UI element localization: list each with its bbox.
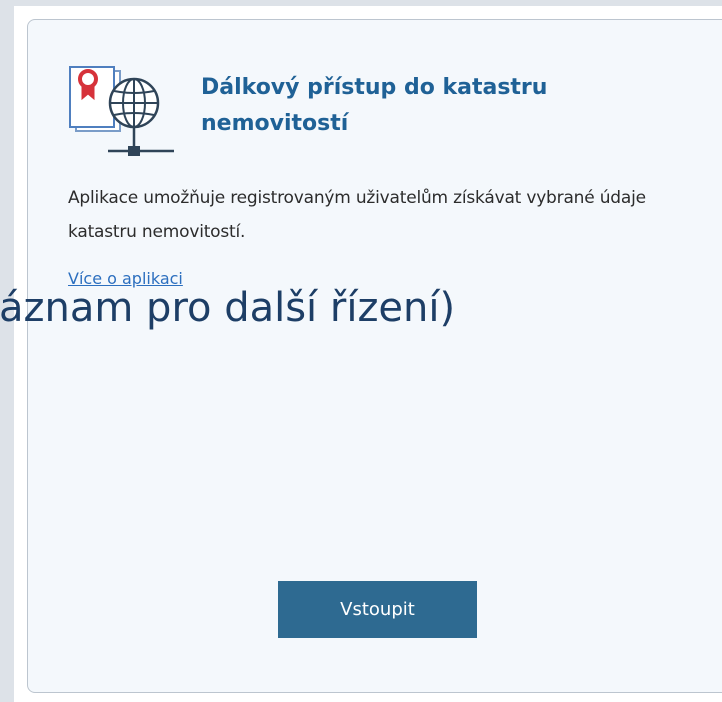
card-description: Aplikace umožňuje registrovaným uživatel… [68,188,646,242]
left-background-strip [0,0,14,702]
card-title: Dálkový přístup do katastru nemovitostí [201,75,548,136]
overlay-caption-text: áznam pro další řízení) [0,285,456,331]
enter-button[interactable]: Vstoupit [278,581,477,638]
top-background-strip [0,0,722,6]
page: Dálkový přístup do katastru nemovitostí … [0,0,722,702]
document-globe-network-icon [66,65,178,161]
